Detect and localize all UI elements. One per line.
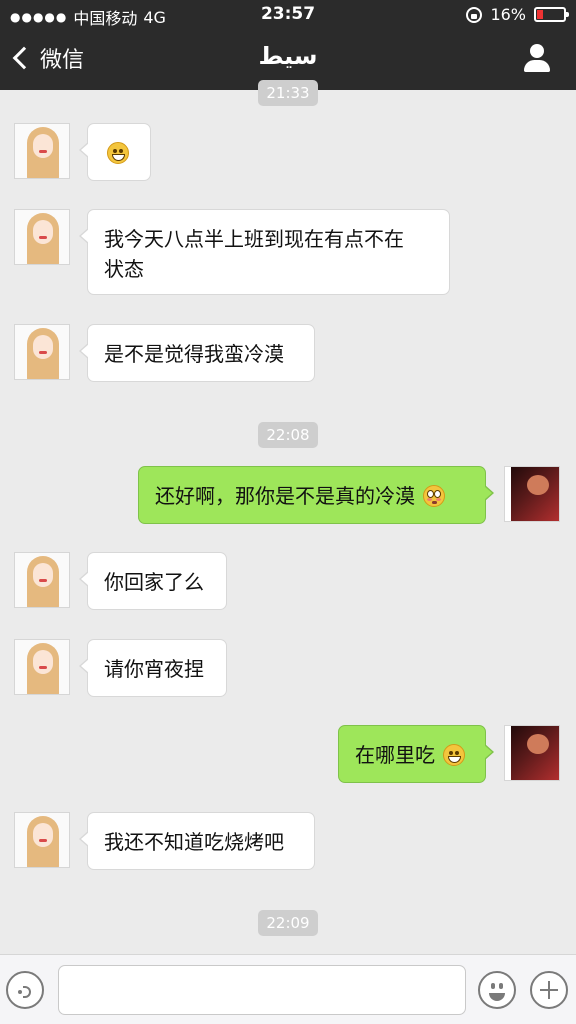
emoji-button[interactable]: [478, 971, 516, 1009]
orientation-lock-icon: [466, 6, 483, 23]
chat-area[interactable]: 21:33 我今天八点半上班到现在有点不在 状态 是不是觉得我蛮冷漠 22:08…: [0, 80, 576, 954]
timestamp: 21:33: [258, 80, 318, 106]
contact-avatar[interactable]: [14, 209, 70, 265]
message-text: 是不是觉得我蛮冷漠: [104, 342, 284, 366]
message-input[interactable]: [58, 965, 466, 1015]
status-bar: ●●●●● 中国移动 4G 23:57 16%: [0, 0, 576, 30]
timestamp: 22:09: [258, 910, 318, 936]
grin-icon: [107, 141, 129, 164]
message-text-line2: 状态: [104, 257, 144, 281]
wechat-chat-screen: ●●●●● 中国移动 4G 23:57 16% 微信 سيط 21:33 我今天…: [0, 0, 576, 1024]
input-bar: [0, 954, 576, 1024]
message-text: 还好啊，那你是不是真的冷漠: [155, 484, 415, 508]
contact-avatar[interactable]: [14, 552, 70, 608]
my-avatar[interactable]: [504, 466, 560, 522]
battery-percent: 16%: [490, 5, 526, 24]
smiley-icon: [491, 983, 495, 989]
incoming-message[interactable]: [79, 123, 151, 181]
contact-avatar[interactable]: [14, 324, 70, 380]
contact-avatar[interactable]: [14, 812, 70, 868]
message-text: 你回家了么: [104, 570, 204, 594]
message-text: 我还不知道吃烧烤吧: [104, 830, 284, 854]
contact-avatar[interactable]: [14, 123, 70, 179]
chat-title: سيط: [258, 42, 318, 70]
incoming-message[interactable]: 你回家了么: [79, 552, 227, 610]
battery-icon: [534, 7, 569, 22]
message-text: 在哪里吃: [355, 743, 435, 767]
incoming-message[interactable]: 请你宵夜捏: [79, 639, 227, 697]
outgoing-message[interactable]: 在哪里吃: [338, 725, 494, 783]
flushed-icon: [423, 484, 446, 507]
message-text: 请你宵夜捏: [104, 657, 204, 681]
person-icon: [530, 44, 544, 58]
profile-button[interactable]: [522, 44, 552, 74]
status-right: 16%: [466, 5, 569, 24]
contact-avatar[interactable]: [14, 639, 70, 695]
message-text: 我今天八点半上班到现在有点不在: [104, 227, 404, 251]
outgoing-message[interactable]: 还好啊，那你是不是真的冷漠: [138, 466, 494, 524]
voice-button[interactable]: [6, 971, 44, 1009]
incoming-message[interactable]: 我今天八点半上班到现在有点不在 状态: [79, 209, 450, 295]
voice-icon: [23, 986, 31, 998]
my-avatar[interactable]: [504, 725, 560, 781]
grin-icon: [443, 743, 466, 766]
more-button[interactable]: [530, 971, 568, 1009]
incoming-message[interactable]: 是不是觉得我蛮冷漠: [79, 324, 315, 382]
top-bar: ●●●●● 中国移动 4G 23:57 16% 微信 سيط: [0, 0, 576, 90]
incoming-message[interactable]: 我还不知道吃烧烤吧: [79, 812, 315, 870]
timestamp: 22:08: [258, 422, 318, 448]
